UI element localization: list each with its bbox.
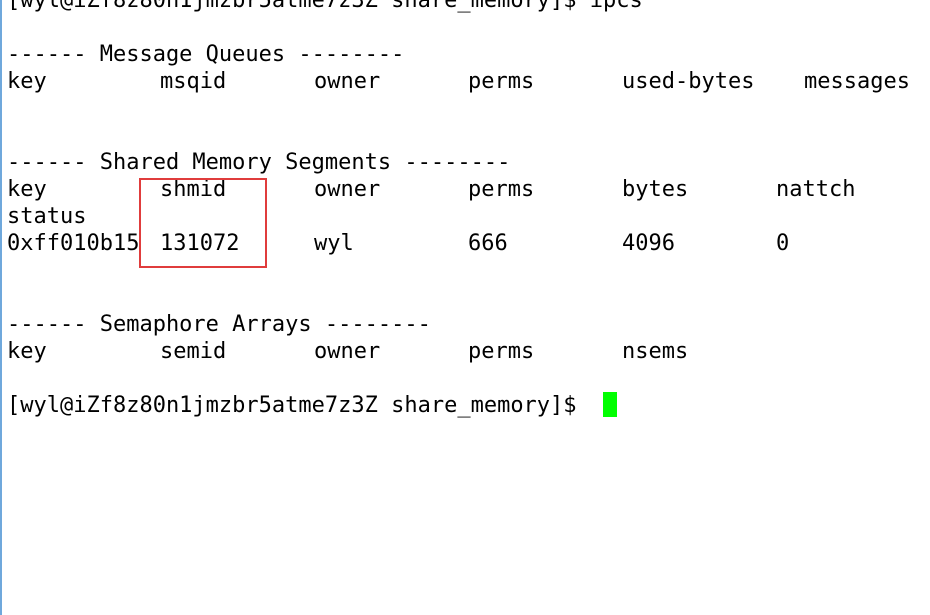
prompt-line[interactable]: [wyl@iZf8z80n1jmzbr5atme7z3Z share_memor…	[7, 392, 930, 419]
column-semid: semid	[160, 339, 227, 364]
column-nattch: nattch	[776, 177, 856, 202]
column-key: key	[7, 339, 47, 364]
shell-prompt[interactable]: [wyl@iZf8z80n1jmzbr5atme7z3Z share_memor…	[7, 392, 617, 419]
cell-owner: wyl	[314, 231, 354, 256]
column-key: key	[7, 69, 47, 94]
command-line: [wyl@iZf8z80n1jmzbr5atme7z3Z share_memor…	[7, 0, 930, 14]
column-nsems: nsems	[622, 339, 689, 364]
column-status: status	[7, 204, 87, 229]
shmid-highlight-box	[139, 178, 267, 268]
column-msqid: msqid	[160, 69, 227, 94]
column-key: key	[7, 177, 47, 202]
cell-key: 0xff010b15	[7, 231, 140, 256]
semaphore-columns: key semid owner perms nsems	[7, 338, 930, 365]
text-cursor	[602, 392, 617, 417]
column-used-bytes: used-bytes	[622, 69, 755, 94]
column-perms: perms	[468, 69, 535, 94]
column-owner: owner	[314, 177, 381, 202]
cell-nattch: 0	[776, 231, 790, 256]
semaphore-arrays-header: ------ Semaphore Arrays --------	[7, 312, 431, 337]
column-perms: perms	[468, 339, 535, 364]
message-queues-header-line: ------ Message Queues --------	[7, 41, 930, 68]
message-queues-columns: key msqid owner perms used-bytes message…	[7, 68, 930, 95]
window-left-edge	[0, 0, 2, 615]
column-messages: messages	[804, 69, 910, 94]
shared-memory-header: ------ Shared Memory Segments --------	[7, 150, 511, 175]
cell-perms: 666	[468, 231, 508, 256]
message-queues-header: ------ Message Queues --------	[7, 42, 405, 67]
prompt-text: [wyl@iZf8z80n1jmzbr5atme7z3Z share_memor…	[7, 393, 590, 418]
column-perms: perms	[468, 177, 535, 202]
shared-memory-header-line: ------ Shared Memory Segments --------	[7, 149, 930, 176]
column-bytes: bytes	[622, 177, 689, 202]
prompt-with-command: [wyl@iZf8z80n1jmzbr5atme7z3Z share_memor…	[7, 0, 643, 13]
cell-bytes: 4096	[622, 231, 675, 256]
column-owner: owner	[314, 69, 381, 94]
column-owner: owner	[314, 339, 381, 364]
semaphore-header-line: ------ Semaphore Arrays --------	[7, 311, 930, 338]
